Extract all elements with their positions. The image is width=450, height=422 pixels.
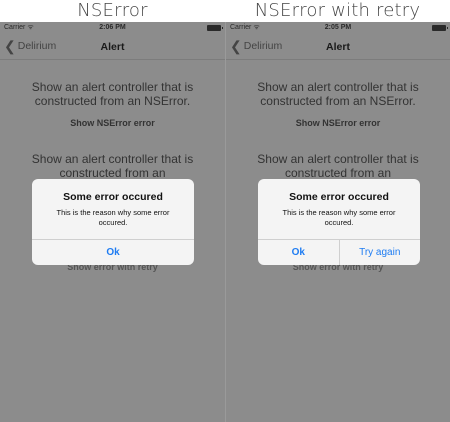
nav-title: Alert	[100, 41, 125, 53]
nav-title: Alert	[326, 41, 350, 53]
alert-ok-button[interactable]: Ok	[258, 240, 339, 265]
battery-icon	[207, 25, 223, 31]
show-nserror-button[interactable]: Show NSError error	[226, 118, 450, 128]
caption-nserror-with-retry: NSError with retry	[254, 0, 421, 21]
description-nserror: Show an alert controller that is constru…	[257, 80, 419, 108]
caption-nserror: NSError	[77, 0, 148, 21]
navigation-bar: ❮ Delirium Alert	[0, 34, 225, 60]
battery-icon	[432, 25, 448, 31]
alert-ok-button[interactable]: Ok	[32, 240, 194, 265]
alert-actions: Ok	[32, 239, 194, 265]
alert-title: Some error occured	[63, 191, 163, 203]
status-bar: Carrier ᯤ 2:05 PM	[226, 22, 450, 34]
alert-message: This is the reason why some error occure…	[56, 208, 170, 227]
alert-title: Some error occured	[289, 191, 389, 203]
alert-dialog: Some error occured This is the reason wh…	[258, 179, 420, 265]
alert-actions: Ok Try again	[258, 239, 420, 265]
navigation-bar: ❮ Delirium Alert	[226, 34, 450, 60]
status-bar: Carrier ᯤ 2:06 PM	[0, 22, 225, 34]
alert-try-again-button[interactable]: Try again	[338, 240, 421, 265]
show-nserror-button[interactable]: Show NSError error	[0, 118, 225, 128]
status-time: 2:05 PM	[324, 24, 352, 31]
alert-dialog: Some error occured This is the reason wh…	[32, 179, 194, 265]
status-time: 2:06 PM	[99, 24, 126, 31]
description-nserror: Show an alert controller that is constru…	[31, 80, 194, 108]
phone-screen-nserror: Carrier ᯤ 2:06 PM ❮ Delirium Alert Show …	[0, 22, 225, 422]
alert-message: This is the reason why some error occure…	[282, 208, 396, 227]
phone-screen-nserror-retry: Carrier ᯤ 2:05 PM ❮ Delirium Alert Show …	[225, 22, 450, 422]
